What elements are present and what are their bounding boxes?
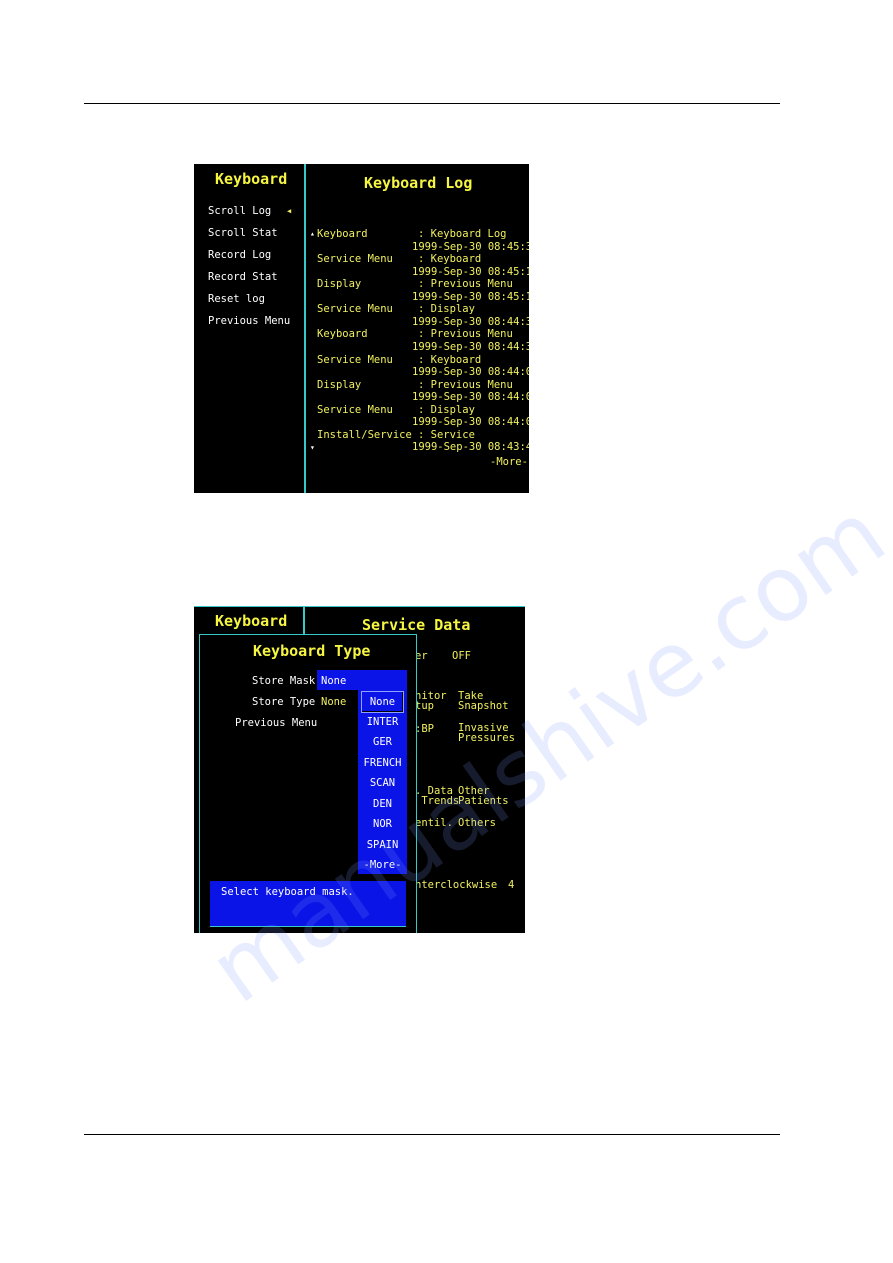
popup-title: Keyboard Type: [253, 642, 371, 660]
bg-text: OFF: [452, 650, 471, 662]
log-time: 1999-Sep-30 08:45:13: [412, 290, 529, 303]
keyboard-log-screen: Keyboard Scroll Log Scroll Stat Record Log…: [194, 164, 529, 493]
log-time: 1999-Sep-30 08:44:38: [412, 340, 529, 353]
dropdown-option[interactable]: INTER: [358, 716, 407, 728]
store-mask-label: Store Mask: [252, 675, 316, 687]
keyboard-type-popup: Keyboard Type Store Mask None Store Type…: [199, 634, 417, 933]
log-menu: Service Menu: [317, 353, 393, 366]
bg-text: Other Patients: [458, 785, 509, 807]
scroll-down-icon[interactable]: ▾: [310, 442, 315, 454]
scroll-up-icon[interactable]: ▴: [310, 228, 315, 240]
log-time: 1999-Sep-30 08:45:14: [412, 265, 529, 278]
log-menu: Display: [317, 278, 362, 291]
log-time: 1999-Sep-30 08:45:39: [412, 240, 529, 253]
log-menu: Keyboard: [317, 228, 368, 240]
log-menu: Keyboard: [317, 328, 368, 341]
more-indicator[interactable]: -More-: [490, 456, 528, 468]
log-item: : Previous Menu: [418, 378, 513, 391]
background-title: Service Data: [362, 616, 471, 634]
log-time: 1999-Sep-30 08:44:00: [412, 416, 529, 429]
menu-item[interactable]: Previous Menu: [208, 315, 290, 327]
bg-text: entil.: [415, 817, 453, 829]
bg-text: Take Snapshot: [458, 690, 509, 712]
menu-item[interactable]: Record Log: [208, 249, 271, 261]
bg-text: :BP: [415, 723, 434, 735]
bg-text: nitor tup: [415, 690, 447, 712]
store-mask-value: None: [321, 675, 347, 687]
divider: [304, 164, 306, 493]
store-type-value[interactable]: None: [321, 696, 346, 708]
log-menu: Service Menu: [317, 253, 393, 266]
log-menu: Install/Service: [317, 428, 412, 441]
dropdown-option[interactable]: SPAIN: [358, 839, 407, 851]
log-item: : Keyboard: [418, 253, 482, 266]
log-time: 1999-Sep-30 08:44:00: [412, 366, 529, 378]
store-mask-field[interactable]: None: [317, 670, 407, 690]
dropdown-option[interactable]: None: [361, 691, 404, 713]
bg-text: 4: [508, 879, 515, 891]
log-item: : Previous Menu: [418, 278, 513, 291]
service-data-screen: Keyboard Service Data er OFF nitor tup T…: [194, 606, 525, 933]
dropdown-option[interactable]: SCAN: [358, 777, 407, 789]
log-item: : Display: [418, 403, 475, 416]
top-rule: [84, 103, 780, 104]
dropdown-option[interactable]: -More-: [358, 859, 407, 871]
log-title: Keyboard Log: [364, 174, 473, 192]
log-menu: Service Menu: [317, 403, 393, 416]
log-time: 1999-Sep-30 08:43:48: [412, 441, 529, 454]
menu-title: Keyboard: [215, 170, 288, 188]
bottom-rule: [84, 1134, 780, 1135]
dropdown-option[interactable]: NOR: [358, 818, 407, 830]
menu-item[interactable]: Record Stat: [208, 271, 278, 283]
store-type-label: Store Type: [252, 696, 316, 708]
dropdown-option[interactable]: FRENCH: [358, 757, 407, 769]
keyboard-type-dropdown[interactable]: None INTER GER FRENCH SCAN DEN NOR SPAIN -More-: [358, 688, 407, 874]
log-menu: Service Menu: [317, 303, 393, 316]
log-item: : Keyboard: [418, 353, 482, 366]
log-item: : Service: [418, 428, 475, 441]
bg-text: . Data Trends: [415, 785, 460, 807]
dropdown-option[interactable]: DEN: [358, 798, 407, 810]
message-text: Select keyboard mask.: [221, 886, 354, 898]
menu-item[interactable]: Scroll Stat: [208, 227, 278, 239]
log-item: : Keyboard Log: [418, 228, 507, 240]
log-menu: Display: [317, 378, 362, 391]
log-time: 1999-Sep-30 08:44:39: [412, 315, 529, 328]
log-item: : Display: [418, 303, 475, 316]
selected-marker: ◂: [286, 205, 293, 217]
menu-title: Keyboard: [215, 612, 288, 630]
dropdown-option[interactable]: GER: [358, 736, 407, 748]
previous-menu-item[interactable]: Previous Menu: [235, 717, 317, 729]
bg-text: nterclockwise: [415, 879, 498, 891]
menu-item[interactable]: Scroll Log: [208, 205, 271, 217]
bg-text: Others: [458, 817, 496, 829]
bg-text: Invasive Pressures: [458, 722, 515, 744]
log-item: : Previous Menu: [418, 328, 513, 341]
divider: [303, 607, 305, 635]
log-time: 1999-Sep-30 08:44:01: [412, 391, 529, 404]
message-box: Select keyboard mask.: [210, 881, 406, 927]
menu-item[interactable]: Reset log: [208, 293, 265, 305]
